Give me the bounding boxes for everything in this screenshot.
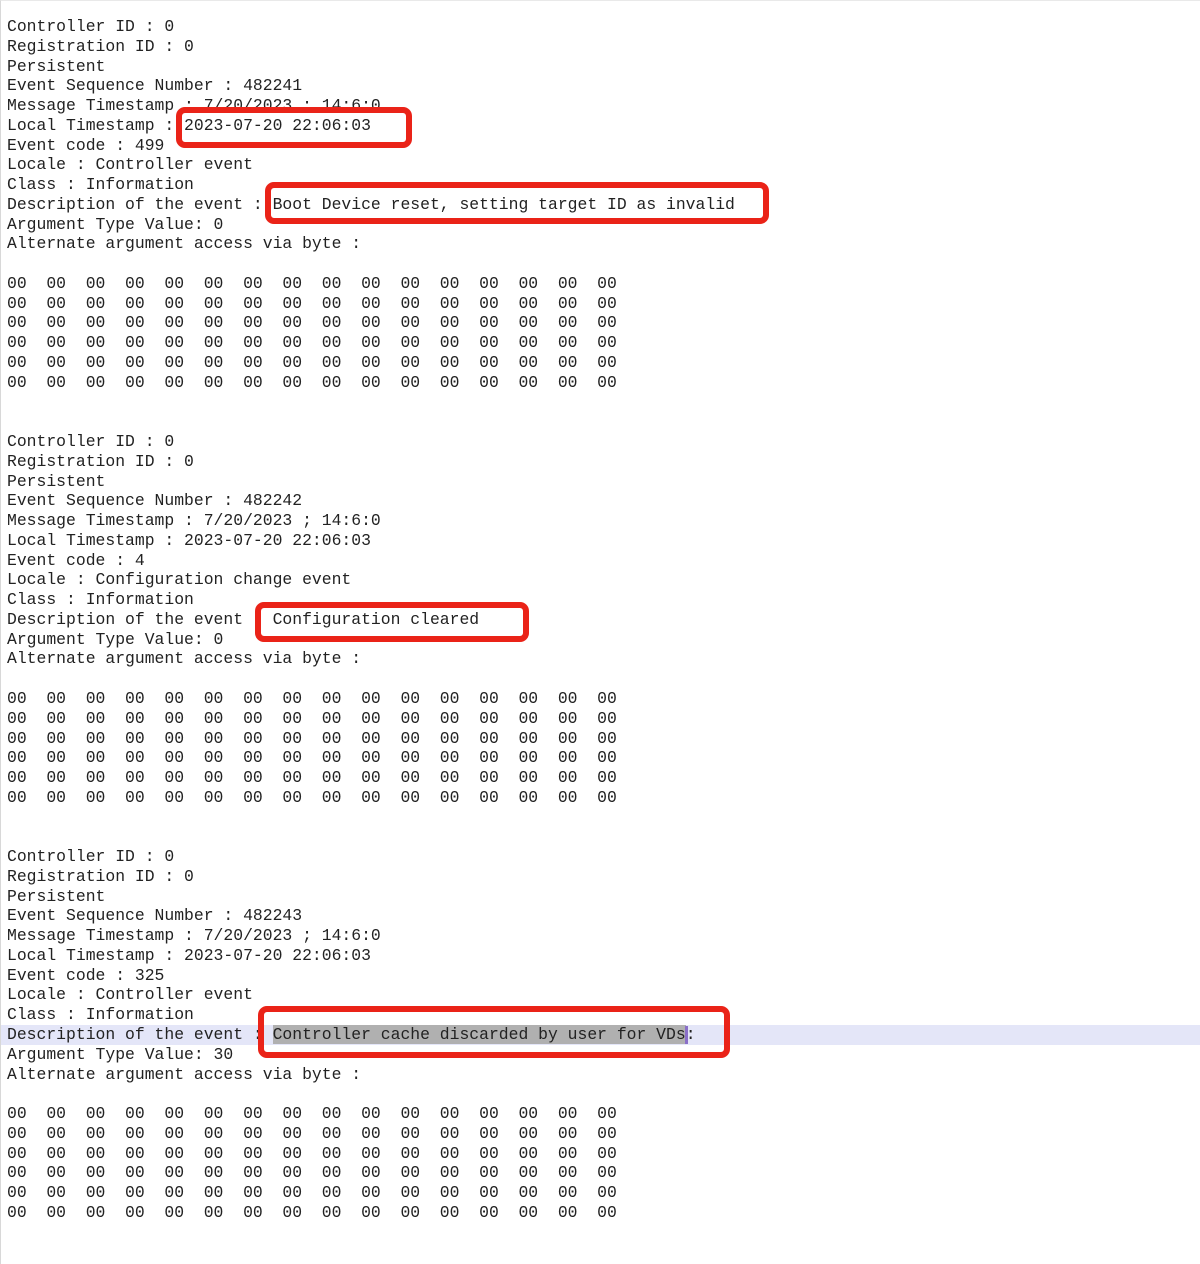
highlighted-description-line: Description of the event : Controller ca… [1, 1025, 1200, 1045]
text-cursor [685, 1026, 688, 1044]
blank-line [1, 1084, 1200, 1104]
block-gap [1, 808, 1200, 848]
description-label: Description of the event : [7, 1025, 273, 1044]
event-block-2-hexdump: 00 00 00 00 00 00 00 00 00 00 00 00 00 0… [1, 689, 1200, 808]
event-block-1-fields: Controller ID : 0 Registration ID : 0 Pe… [1, 17, 1200, 254]
block-gap [1, 393, 1200, 433]
log-text-area[interactable]: Controller ID : 0 Registration ID : 0 Pe… [0, 0, 1200, 1264]
event-block-3-fields-bottom: Argument Type Value: 30 Alternate argume… [1, 1045, 1200, 1085]
event-block-1-hexdump: 00 00 00 00 00 00 00 00 00 00 00 00 00 0… [1, 274, 1200, 393]
event-block-3-hexdump: 00 00 00 00 00 00 00 00 00 00 00 00 00 0… [1, 1104, 1200, 1223]
blank-line [1, 254, 1200, 274]
event-block-2-fields: Controller ID : 0 Registration ID : 0 Pe… [1, 432, 1200, 669]
event-block-3-fields-top: Controller ID : 0 Registration ID : 0 Pe… [1, 847, 1200, 1025]
selected-text: Controller cache discarded by user for V… [273, 1025, 686, 1044]
blank-line [1, 669, 1200, 689]
